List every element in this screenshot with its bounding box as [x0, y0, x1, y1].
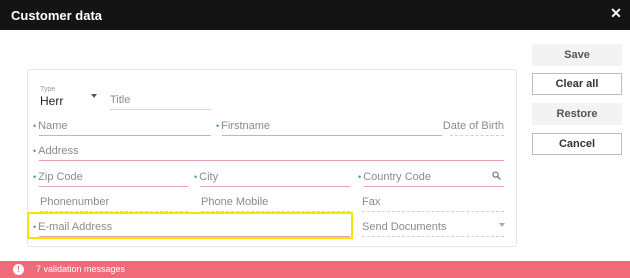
title-underline — [110, 109, 211, 110]
send-documents-underline — [362, 236, 504, 237]
name-field[interactable]: • Name — [33, 120, 211, 136]
clear-all-button[interactable]: Clear all — [532, 73, 622, 95]
required-marker: • — [194, 172, 198, 182]
required-marker: • — [358, 172, 362, 182]
exclamation-icon: ! — [13, 264, 24, 275]
address-field[interactable]: • Address — [33, 145, 504, 161]
type-label: Type — [40, 86, 56, 93]
city-field[interactable]: • City — [194, 171, 350, 187]
name-placeholder: Name — [38, 120, 68, 132]
firstname-placeholder: Firstname — [221, 120, 271, 132]
validation-status-bar[interactable]: ! 7 validation messages — [0, 261, 630, 278]
email-placeholder: E-mail Address — [38, 221, 113, 233]
fax-field[interactable]: Fax — [362, 196, 504, 212]
phone-mobile-placeholder: Phone Mobile — [201, 196, 269, 208]
cancel-button[interactable]: Cancel — [532, 133, 622, 155]
name-underline — [39, 135, 211, 136]
country-code-placeholder: Country Code — [363, 171, 432, 183]
country-code-underline — [364, 186, 504, 187]
chevron-down-icon — [499, 223, 505, 227]
required-marker: • — [216, 121, 220, 131]
title-field[interactable]: Title — [110, 94, 211, 110]
title-placeholder: Title — [110, 94, 131, 106]
firstname-field[interactable]: • Firstname — [216, 120, 442, 136]
phone-placeholder: Phonenumber — [40, 196, 110, 208]
required-marker: • — [33, 146, 37, 156]
required-marker: • — [33, 172, 37, 182]
window-title: Customer data — [11, 8, 103, 23]
country-code-field[interactable]: • Country Code — [358, 171, 504, 187]
window-titlebar: Customer data ✕ — [0, 0, 630, 30]
firstname-underline — [222, 135, 442, 136]
date-of-birth-underline — [450, 135, 504, 136]
required-marker: • — [33, 222, 37, 232]
date-of-birth-field[interactable]: Date of Birth — [443, 120, 504, 136]
close-icon[interactable]: ✕ — [609, 6, 623, 20]
phone-mobile-field[interactable]: Phone Mobile — [201, 196, 350, 212]
save-button[interactable]: Save — [532, 44, 622, 66]
zip-code-placeholder: Zip Code — [38, 171, 83, 183]
city-underline — [200, 186, 350, 187]
required-marker: • — [33, 121, 37, 131]
fax-placeholder: Fax — [362, 196, 381, 208]
send-documents-placeholder: Send Documents — [362, 221, 447, 233]
send-documents-select[interactable]: Send Documents — [362, 221, 505, 237]
date-of-birth-placeholder: Date of Birth — [442, 120, 504, 132]
address-placeholder: Address — [38, 145, 79, 157]
city-placeholder: City — [199, 171, 219, 183]
chevron-down-icon — [91, 94, 97, 98]
zip-code-field[interactable]: • Zip Code — [33, 171, 188, 187]
validation-message: 7 validation messages — [36, 264, 126, 274]
email-field[interactable]: • E-mail Address — [33, 221, 350, 237]
email-underline — [39, 236, 350, 237]
search-icon[interactable] — [492, 171, 501, 180]
zip-code-underline — [39, 186, 188, 187]
type-value: Herr — [40, 94, 64, 108]
address-underline — [39, 160, 504, 161]
fax-underline — [362, 211, 504, 212]
phone-field[interactable]: Phonenumber — [40, 196, 188, 212]
restore-button[interactable]: Restore — [532, 103, 622, 125]
type-select[interactable]: Type Herr — [40, 86, 100, 108]
